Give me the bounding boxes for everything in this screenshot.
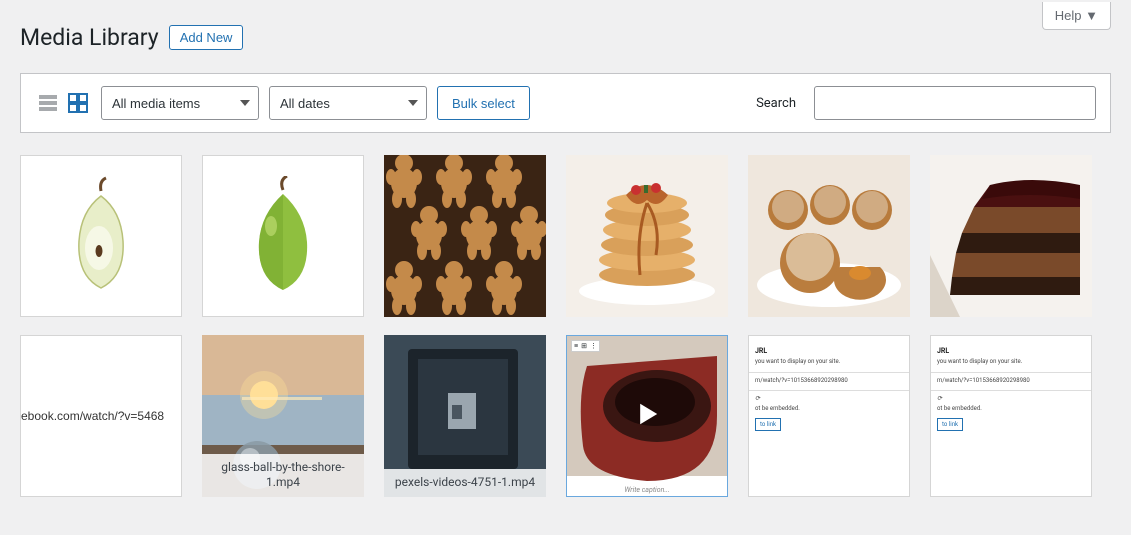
thumbnail-image: JRL you want to display on your site. m/… [931,336,1091,496]
thumbnail-image [21,156,181,316]
media-item[interactable]: JRL you want to display on your site. m/… [930,335,1092,497]
media-item[interactable]: ebook.com/watch/?v=5468 [20,335,182,497]
bulk-select-button[interactable]: Bulk select [437,86,530,120]
media-item[interactable]: pexels-videos-4751-1.mp4 [384,335,546,497]
thumbnail-image [748,155,910,317]
block-toolbar: ≡⊞⋮ [571,340,600,352]
thumbnail-image [930,155,1092,317]
help-button[interactable]: Help ▼ [1042,2,1111,30]
media-item[interactable] [748,155,910,317]
media-item[interactable] [384,155,546,317]
thumbnail-image: JRL you want to display on your site. m/… [749,336,909,496]
search-label: Search [756,96,796,111]
media-item[interactable]: ≡⊞⋮ Write caption... [566,335,728,497]
media-item[interactable] [930,155,1092,317]
caption-placeholder: Write caption... [567,486,727,494]
list-view-icon[interactable] [35,90,61,116]
thumbnail-image [384,155,546,317]
grid-view-icon[interactable] [65,90,91,116]
thumbnail-image [566,155,728,317]
media-caption: pexels-videos-4751-1.mp4 [384,469,546,497]
media-item[interactable]: glass-ball-by-the-shore-1.mp4 [202,335,364,497]
page-title: Media Library [20,24,159,51]
media-toolbar: All media items All dates Bulk select Se… [20,73,1111,133]
media-item[interactable] [20,155,182,317]
search-input[interactable] [814,86,1096,120]
thumbnail-image [203,156,363,316]
media-type-filter[interactable]: All media items [101,86,259,120]
thumbnail-text: ebook.com/watch/?v=5468 [21,409,164,423]
media-grid: ebook.com/watch/?v=5468 glass-ball-by-th… [20,155,1111,497]
page-header: Media Library Add New [20,24,1111,51]
date-filter[interactable]: All dates [269,86,427,120]
play-icon [630,397,664,435]
view-mode-toggle [35,90,91,116]
media-item[interactable] [202,155,364,317]
add-new-button[interactable]: Add New [169,25,244,50]
media-item[interactable]: JRL you want to display on your site. m/… [748,335,910,497]
media-item[interactable] [566,155,728,317]
media-caption: glass-ball-by-the-shore-1.mp4 [202,454,364,497]
